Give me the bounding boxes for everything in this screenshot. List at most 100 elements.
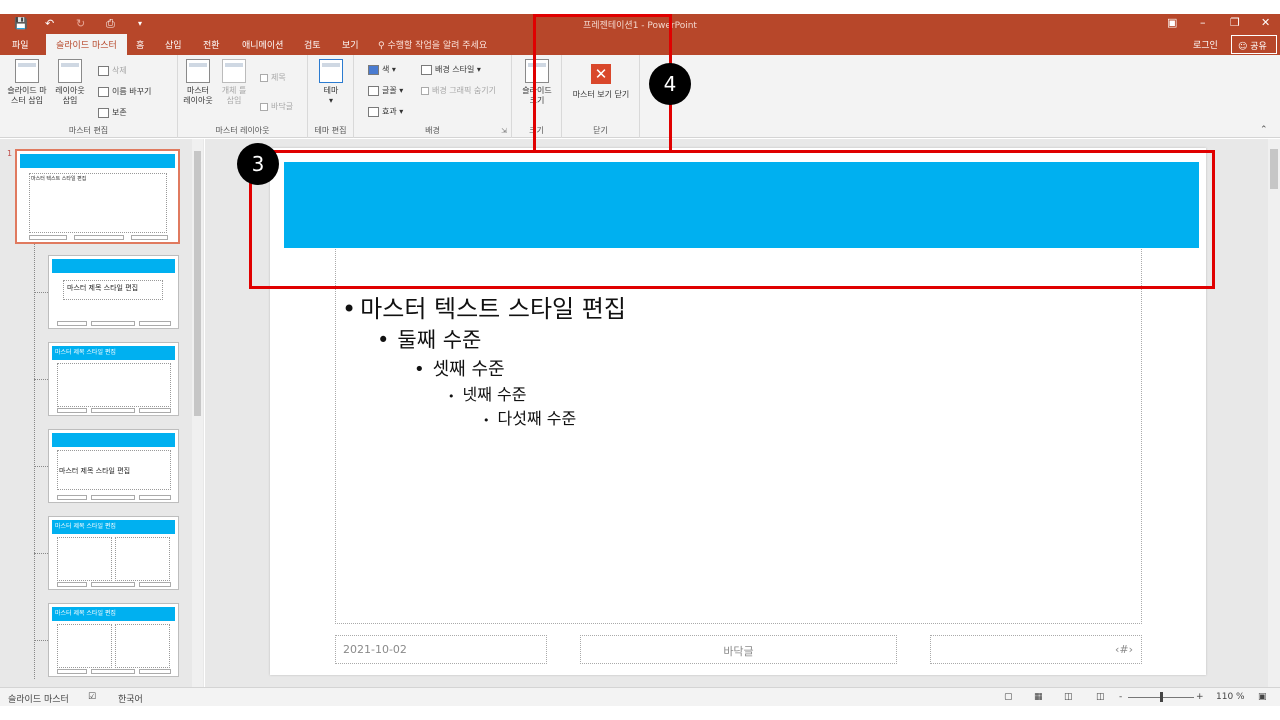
tab-review[interactable]: 검토 (304, 38, 321, 51)
scrollbar-thumb[interactable] (194, 151, 201, 416)
ribbon: 슬라이드 마 스터 삽입 레이아웃 삽입 삭제 이름 바꾸기 보존 마스터 편집… (0, 55, 1280, 138)
hide-background-checkbox[interactable]: 배경 그래픽 숨기기 (421, 85, 496, 96)
group-theme-edit: 테마 ▾ 테마 편집 (308, 55, 354, 138)
insert-slide-master-button[interactable]: 슬라이드 마 스터 삽입 (4, 59, 50, 106)
group-master-edit: 슬라이드 마 스터 삽입 레이아웃 삽입 삭제 이름 바꾸기 보존 마스터 편집 (0, 55, 178, 138)
tell-me-label: 수행할 작업을 알려 주세요 (387, 41, 488, 51)
connector-tick (34, 640, 48, 641)
zoom-level[interactable]: 110 % (1216, 692, 1245, 702)
ribbon-display-icon[interactable]: ▣ (1167, 16, 1177, 29)
theme-button[interactable]: 테마 ▾ (314, 59, 348, 106)
minimize-icon[interactable]: – (1200, 16, 1206, 29)
dialog-launcher-icon[interactable]: ⇲ (501, 127, 507, 135)
thumb-text: 마스터 제목 스타일 편집 (55, 610, 116, 617)
colors-label: 색 (382, 65, 390, 74)
insert-placeholder-label: 개체 틀 삽입 (221, 86, 247, 105)
slide-show-icon[interactable]: ◫ (1096, 692, 1105, 702)
effects-button[interactable]: 효과 ▾ (368, 106, 403, 117)
footer-checkbox-box (260, 102, 268, 111)
colors-button[interactable]: 색 ▾ (368, 64, 396, 75)
footer-text[interactable]: 바닥글 (580, 635, 897, 664)
thumb-footer (139, 408, 171, 413)
normal-view-icon[interactable]: ▢ (1004, 692, 1013, 702)
master-layout-button[interactable]: 마스터 레이아웃 (180, 59, 216, 106)
tab-insert[interactable]: 삽입 (165, 38, 182, 51)
reading-view-icon[interactable]: ◫ (1064, 692, 1073, 702)
bullet-level-2: • 둘째 수준 (377, 328, 482, 352)
thumb-text: 마스터 텍스트 스타일 편집 (31, 176, 87, 182)
colors-icon (368, 64, 379, 75)
bullet-level-4: • 넷째 수준 (448, 385, 527, 404)
footer-page-number[interactable]: ‹#› (930, 635, 1142, 664)
zoom-out-icon[interactable]: - (1119, 692, 1122, 702)
thumbnail-master[interactable]: 마스터 텍스트 스타일 편집 (15, 149, 180, 244)
background-styles-button[interactable]: 배경 스타일 ▾ (421, 64, 481, 75)
insert-placeholder-button[interactable]: 개체 틀 삽입 (218, 59, 250, 106)
footer-date[interactable]: 2021-10-02 (335, 635, 547, 664)
thumbnail-layout[interactable]: 마스터 제목 스타일 편집 (48, 603, 179, 677)
insert-layout-button[interactable]: 레이아웃 삽입 (52, 59, 88, 106)
close-icon[interactable]: ✕ (1261, 16, 1270, 29)
login-button[interactable]: 로그인 (1193, 38, 1218, 51)
bullet-text: 넷째 수준 (462, 385, 527, 404)
fonts-button[interactable]: 글꼴 ▾ (368, 85, 403, 96)
title-checkbox-box (260, 73, 268, 82)
zoom-in-icon[interactable]: + (1196, 692, 1204, 702)
tab-file[interactable]: 파일 (12, 38, 29, 51)
slide-sorter-icon[interactable]: ▦ (1034, 692, 1043, 702)
fonts-icon (368, 85, 379, 96)
tab-animations[interactable]: 애니메이션 (242, 38, 283, 51)
group-label-size: 크기 (529, 126, 544, 135)
tab-slide-master[interactable]: 슬라이드 마스터 (46, 34, 127, 55)
bullet-level-3: • 셋째 수준 (414, 359, 505, 380)
zoom-slider-thumb[interactable] (1160, 692, 1163, 702)
thumb-footer (57, 582, 87, 587)
preserve-button[interactable]: 보존 (98, 107, 127, 118)
bullet-text: 마스터 텍스트 스타일 편집 (360, 295, 626, 323)
restore-icon[interactable]: ❐ (1230, 16, 1240, 29)
collapse-ribbon-icon[interactable]: ⌃ (1260, 125, 1268, 135)
thumbnail-scrollbar[interactable] (192, 139, 203, 687)
language-indicator[interactable]: 한국어 (118, 692, 143, 705)
master-layout-icon (186, 59, 210, 83)
footer-checkbox-label: 바닥글 (271, 102, 294, 111)
slide-size-icon (525, 59, 549, 83)
tab-transitions[interactable]: 전환 (203, 38, 220, 51)
connector-tick (34, 553, 48, 554)
slide-size-button[interactable]: 슬라이드 크기 (518, 59, 556, 106)
thumbnail-layout[interactable]: 마스터 제목 스타일 편집 (48, 255, 179, 329)
tab-view[interactable]: 보기 (342, 38, 359, 51)
tab-home[interactable]: 홈 (136, 38, 144, 51)
rename-button[interactable]: 이름 바꾸기 (98, 86, 151, 97)
callout-badge-3: 3 (237, 143, 279, 185)
close-master-view-button[interactable]: ✕ 마스터 보기 닫기 (566, 59, 636, 100)
delete-button[interactable]: 삭제 (98, 65, 127, 76)
spell-check-icon[interactable]: ☑ (88, 692, 96, 702)
group-background: 색 ▾ 글꼴 ▾ 효과 ▾ 배경 스타일 ▾ 배경 그래픽 숨기기 배경 ⇲ (354, 55, 512, 138)
share-button[interactable]: ☺ 공유 (1231, 35, 1277, 54)
scrollbar-thumb[interactable] (1270, 149, 1278, 189)
bullet-text: 둘째 수준 (397, 328, 482, 352)
group-label-background: 배경 (425, 126, 440, 135)
effects-label: 효과 (382, 107, 397, 116)
title-checkbox[interactable]: 제목 (260, 72, 286, 83)
fit-to-window-icon[interactable]: ▣ (1258, 692, 1267, 702)
thumbnail-layout[interactable]: 마스터 제목 스타일 편집 (48, 429, 179, 503)
vertical-scrollbar[interactable] (1268, 139, 1280, 687)
thumb-footer (57, 495, 87, 500)
insert-placeholder-icon (222, 59, 246, 83)
thumb-footer (57, 321, 87, 326)
thumb-footer (91, 495, 135, 500)
group-master-layout: 마스터 레이아웃 개체 틀 삽입 제목 바닥글 마스터 레이아웃 (178, 55, 308, 138)
tell-me-search[interactable]: ⚲ 수행할 작업을 알려 주세요 (378, 38, 487, 51)
lightbulb-icon: ⚲ (378, 41, 385, 51)
footer-checkbox[interactable]: 바닥글 (260, 101, 293, 112)
hide-background-label: 배경 그래픽 숨기기 (432, 86, 496, 95)
rename-icon (98, 86, 109, 97)
thumb-footer (139, 669, 171, 674)
thumbnail-layout[interactable]: 마스터 제목 스타일 편집 (48, 342, 179, 416)
ribbon-tabs: 파일 슬라이드 마스터 홈 삽입 전환 애니메이션 검토 보기 ⚲ 수행할 작업… (0, 34, 1280, 55)
thumb-footer (139, 495, 171, 500)
thumbnail-layout[interactable]: 마스터 제목 스타일 편집 (48, 516, 179, 590)
callout-box-title-area (249, 150, 1215, 289)
